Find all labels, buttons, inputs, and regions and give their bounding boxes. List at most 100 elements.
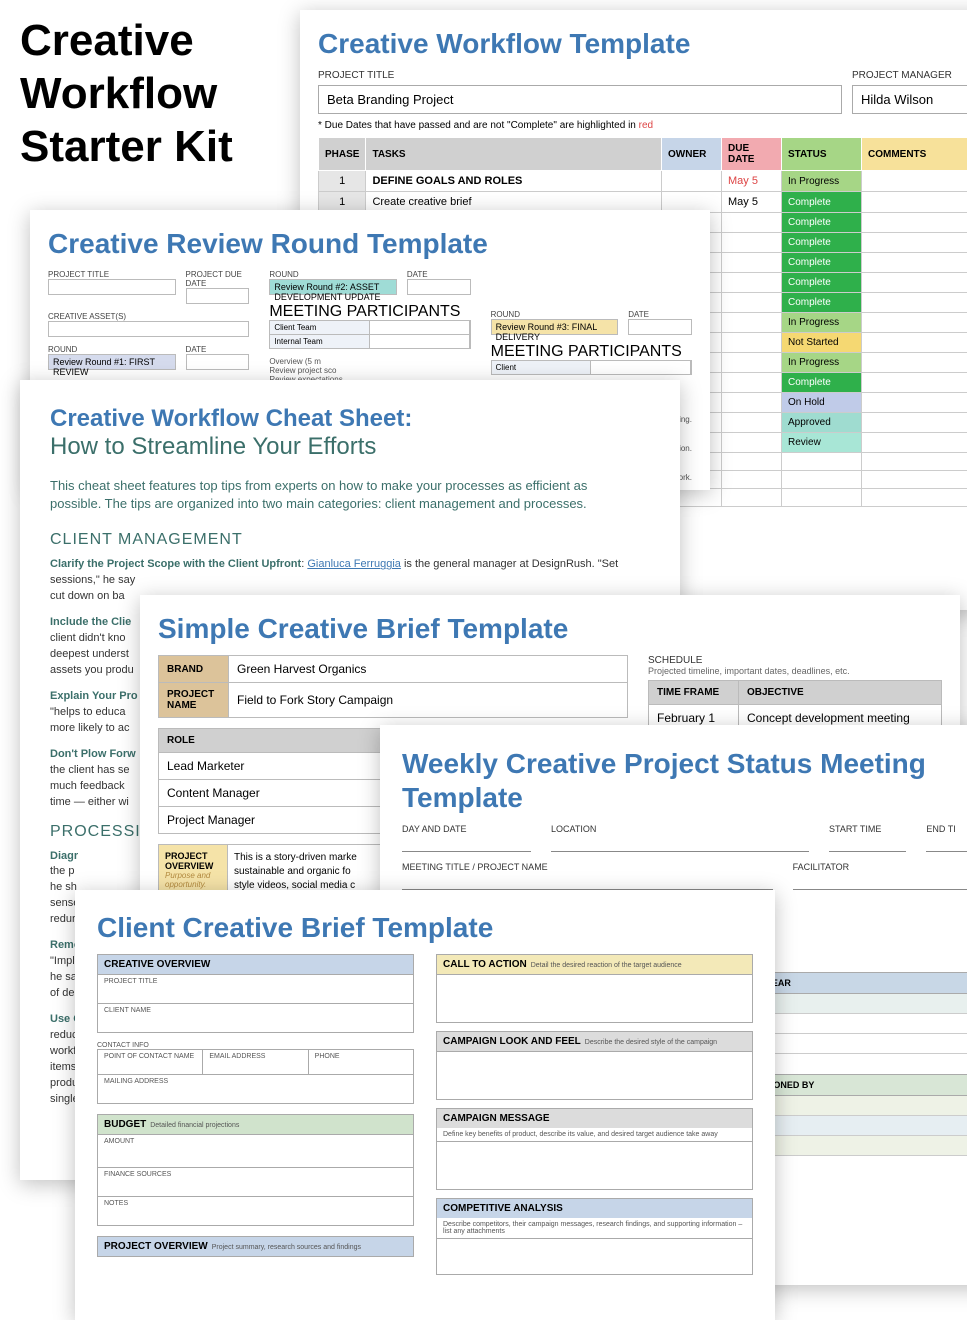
cwt-comments-cell[interactable] xyxy=(862,393,967,413)
wsm-meeting-title[interactable] xyxy=(402,872,773,890)
ccb-email-label: EMAIL ADDRESS xyxy=(203,1050,307,1060)
wsm-start-label: START TIME xyxy=(829,824,906,834)
cwt-due-cell[interactable] xyxy=(722,393,782,413)
scb-role-cell[interactable]: Lead Marketer xyxy=(159,753,417,780)
cwt-due-cell[interactable]: May 5 xyxy=(722,171,782,192)
table-row: 1DEFINE GOALS AND ROLESMay 5In Progress xyxy=(319,171,967,192)
cwt-status-cell[interactable]: Complete xyxy=(782,233,862,253)
cwt-comments-cell[interactable] xyxy=(862,373,967,393)
cwt-status-cell[interactable]: Approved xyxy=(782,413,862,433)
cwt-status-cell[interactable]: On Hold xyxy=(782,393,862,413)
cwt-comments-cell[interactable] xyxy=(862,293,967,313)
cwt-due-cell[interactable] xyxy=(722,233,782,253)
cheat-link-ferruggia[interactable]: Gianluca Ferruggia xyxy=(307,558,401,570)
cwt-status-cell[interactable] xyxy=(782,489,862,507)
cwt-due-cell[interactable] xyxy=(722,293,782,313)
wsm-meeting-title-label: MEETING TITLE / PROJECT NAME xyxy=(402,862,773,872)
cwt-due-cell[interactable] xyxy=(722,353,782,373)
cwt-status-cell[interactable]: Review xyxy=(782,433,862,453)
cwt-due-cell[interactable] xyxy=(722,253,782,273)
cwt-due-cell[interactable] xyxy=(722,453,782,471)
cwt-status-cell[interactable]: In Progress xyxy=(782,313,862,333)
ccb-client-name[interactable] xyxy=(98,1014,413,1032)
cwt-owner-cell[interactable] xyxy=(662,171,722,192)
cwt-status-cell[interactable]: Not Started xyxy=(782,333,862,353)
ccb-comp: COMPETITIVE ANALYSIS xyxy=(436,1198,753,1218)
cwt-due-cell[interactable] xyxy=(722,313,782,333)
ccb-mailing[interactable] xyxy=(98,1085,413,1103)
cwt-comments-cell[interactable] xyxy=(862,453,967,471)
cwt-due-cell[interactable] xyxy=(722,489,782,507)
cwt-due-cell[interactable] xyxy=(722,273,782,293)
scb-brand-table: BRANDGreen Harvest Organics PROJECT NAME… xyxy=(158,655,628,718)
crr-round1[interactable]: Review Round #1: FIRST REVIEW xyxy=(48,354,176,370)
ccb-comp-input[interactable] xyxy=(436,1239,753,1275)
cwt-comments-cell[interactable] xyxy=(862,253,967,273)
ccb-project-title[interactable] xyxy=(98,985,413,1003)
scb-brand[interactable]: Green Harvest Organics xyxy=(229,656,628,683)
crr-project-title[interactable] xyxy=(48,279,176,295)
cwt-due-cell[interactable] xyxy=(722,213,782,233)
cwt-comments-cell[interactable] xyxy=(862,313,967,333)
cwt-due-cell[interactable] xyxy=(722,413,782,433)
cwt-comments-cell[interactable] xyxy=(862,213,967,233)
cwt-due-cell[interactable] xyxy=(722,333,782,353)
ccb-contact-info-label: CONTACT INFO xyxy=(97,1039,414,1049)
scb-project-name[interactable]: Field to Fork Story Campaign xyxy=(229,683,628,718)
cwt-status-cell[interactable]: Complete xyxy=(782,293,862,313)
crr-participants-label2: MEETING PARTICIPANTS xyxy=(269,303,470,321)
wsm-day-date[interactable] xyxy=(402,834,531,852)
cwt-due-cell[interactable] xyxy=(722,471,782,489)
cwt-comments-cell[interactable] xyxy=(862,471,967,489)
cwt-status-cell[interactable] xyxy=(782,453,862,471)
cwt-project-title[interactable]: Beta Branding Project xyxy=(318,85,842,114)
cwt-status-cell[interactable]: Complete xyxy=(782,192,862,213)
cwt-project-manager[interactable]: Hilda Wilson xyxy=(852,85,967,114)
cwt-status-cell[interactable]: In Progress xyxy=(782,171,862,192)
cwt-status-cell[interactable]: Complete xyxy=(782,373,862,393)
ccb-look-feel-input[interactable] xyxy=(436,1052,753,1100)
cwt-comments-cell[interactable] xyxy=(862,273,967,293)
ccb-message-input[interactable] xyxy=(436,1142,753,1190)
crr-project-due-date[interactable] xyxy=(186,288,250,304)
wsm-start[interactable] xyxy=(829,834,906,852)
crr-date2[interactable] xyxy=(407,279,471,295)
scb-role-cell[interactable]: Project Manager xyxy=(159,807,417,834)
cwt-comments-cell[interactable] xyxy=(862,233,967,253)
wsm-location-label: LOCATION xyxy=(551,824,809,834)
wsm-facilitator[interactable] xyxy=(793,872,967,890)
cwt-due-cell[interactable]: May 5 xyxy=(722,192,782,213)
wsm-location[interactable] xyxy=(551,834,809,852)
wsm-end[interactable] xyxy=(926,834,967,852)
ccb-notes[interactable] xyxy=(98,1207,413,1225)
cwt-comments-cell[interactable] xyxy=(862,171,967,192)
cwt-task-cell[interactable]: DEFINE GOALS AND ROLES xyxy=(366,171,662,192)
crr-round2[interactable]: Review Round #2: ASSET DEVELOPMENT UPDAT… xyxy=(269,279,397,295)
crr-date3[interactable] xyxy=(628,319,692,335)
scb-title: Simple Creative Brief Template xyxy=(158,613,942,645)
cwt-comments-cell[interactable] xyxy=(862,333,967,353)
cwt-due-cell[interactable] xyxy=(722,373,782,393)
cwt-due-cell[interactable] xyxy=(722,433,782,453)
ccb-mailing-label: MAILING ADDRESS xyxy=(98,1075,413,1085)
scb-schedule-sub: Projected timeline, important dates, dea… xyxy=(648,666,942,676)
cwt-comments-cell[interactable] xyxy=(862,433,967,453)
ccb-finance[interactable] xyxy=(98,1178,413,1196)
crr-ov1: Review project sco xyxy=(269,366,470,375)
ccb-amount[interactable] xyxy=(98,1145,413,1167)
cwt-status-cell[interactable] xyxy=(782,471,862,489)
cwt-status-cell[interactable]: Complete xyxy=(782,213,862,233)
crr-assets[interactable] xyxy=(48,321,249,337)
cwt-hdr-status: STATUS xyxy=(782,138,862,171)
cwt-comments-cell[interactable] xyxy=(862,192,967,213)
cwt-comments-cell[interactable] xyxy=(862,489,967,507)
crr-date1[interactable] xyxy=(186,354,250,370)
cwt-status-cell[interactable]: Complete xyxy=(782,253,862,273)
cwt-status-cell[interactable]: Complete xyxy=(782,273,862,293)
ccb-cta-input[interactable] xyxy=(436,975,753,1023)
scb-role-cell[interactable]: Content Manager xyxy=(159,780,417,807)
crr-round3[interactable]: Review Round #3: FINAL DELIVERY xyxy=(491,319,619,335)
cwt-status-cell[interactable]: In Progress xyxy=(782,353,862,373)
cwt-comments-cell[interactable] xyxy=(862,353,967,373)
cwt-comments-cell[interactable] xyxy=(862,413,967,433)
